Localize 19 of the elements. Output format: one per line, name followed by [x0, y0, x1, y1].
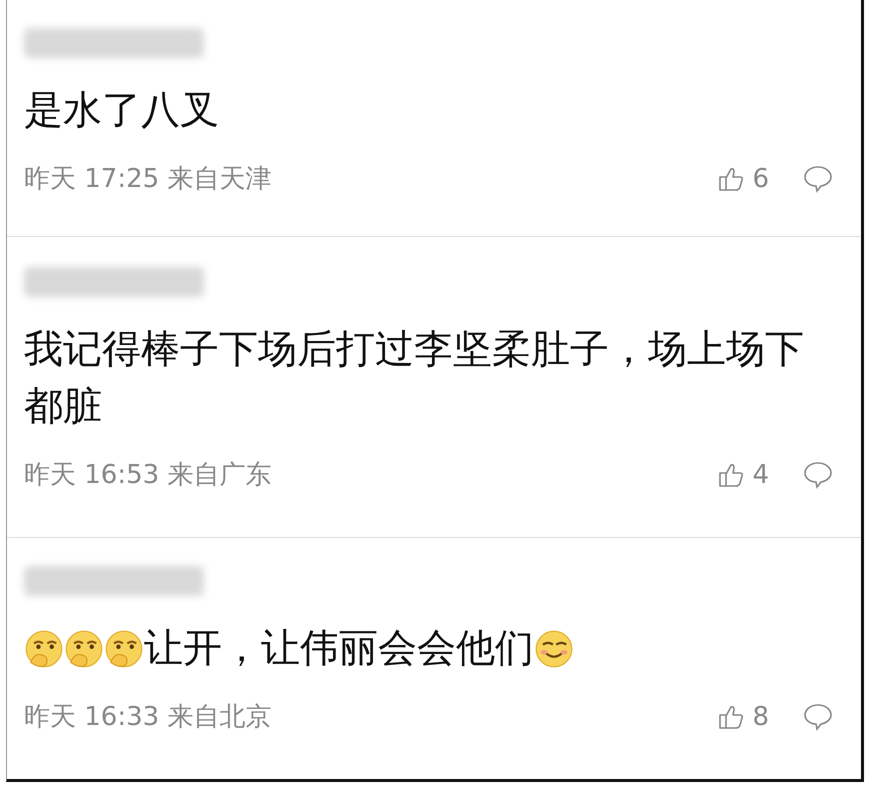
emoji-icon [24, 628, 64, 668]
like-button[interactable]: 8 [718, 702, 769, 732]
emoji-icon [64, 628, 104, 668]
emoji-icon [534, 628, 574, 668]
timestamp: 昨天 17:25 来自天津 [24, 163, 272, 196]
like-button[interactable]: 4 [718, 460, 769, 490]
speech-bubble-icon [803, 460, 833, 490]
timestamp: 昨天 16:53 来自广东 [24, 459, 272, 492]
timestamp: 昨天 16:33 来自北京 [24, 701, 272, 734]
emoji-icon [104, 628, 144, 668]
speech-bubble-icon [803, 164, 833, 194]
like-button[interactable]: 6 [718, 164, 769, 194]
comment-text: 是水了八叉 [24, 87, 219, 135]
comment-button[interactable] [803, 164, 833, 194]
comment-button[interactable] [803, 460, 833, 490]
comment-button[interactable] [803, 702, 833, 732]
speech-bubble-icon [803, 702, 833, 732]
comment-text: 让开，让伟丽会会他们 [144, 625, 534, 673]
comment-text: 我记得棒子下场后打过李坚柔肚子，场上场下都脏 [24, 326, 805, 431]
